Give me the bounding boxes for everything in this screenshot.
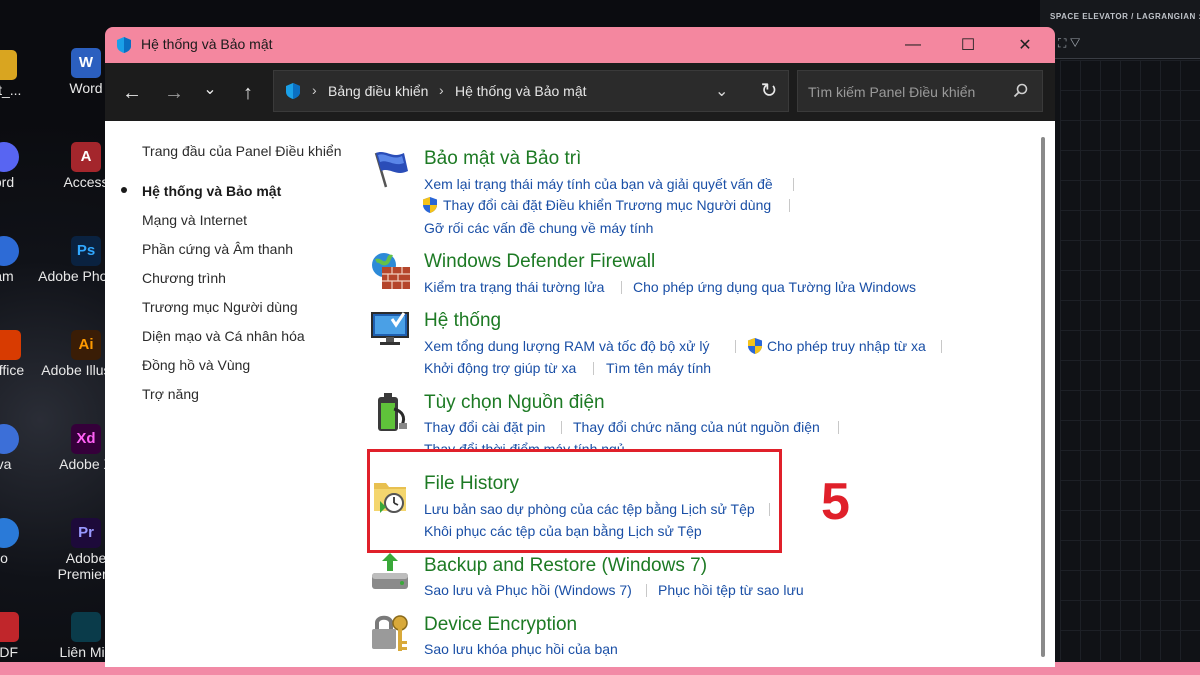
link-view-ram[interactable]: Xem tổng dung lượng RAM và tốc độ bộ xử …: [424, 338, 710, 354]
background-window-header: SPACE ELEVATOR / LAGRANGIAN : L ⛶ ▽: [1040, 0, 1200, 59]
app-icon: [0, 518, 19, 548]
breadcrumb-separator: ›: [439, 82, 444, 98]
battery-icon: [378, 393, 407, 431]
breadcrumb-item[interactable]: Bảng điều khiển: [328, 83, 428, 99]
vertical-scrollbar[interactable]: [1041, 137, 1045, 657]
search-box[interactable]: [797, 70, 1043, 112]
word-icon: W: [71, 48, 101, 78]
link-power-buttons[interactable]: Thay đổi chức năng của nút nguồn điện: [573, 419, 820, 435]
category-title-power[interactable]: Tùy chọn Nguồn điện: [424, 392, 605, 414]
link-review-status[interactable]: Xem lại trạng thái máy tính của bạn và g…: [424, 176, 773, 192]
key-lock-icon: [372, 615, 408, 651]
link-troubleshoot[interactable]: Gỡ rối các vấn đề chung về máy tính: [424, 220, 653, 236]
app-icon: [0, 424, 19, 454]
back-button[interactable]: ←: [119, 80, 145, 106]
link-divider: [941, 340, 942, 353]
control-panel-icon: [286, 83, 300, 99]
breadcrumb-item[interactable]: Hệ thống và Bảo mật: [455, 83, 587, 99]
illustrator-icon: Ai: [71, 330, 101, 360]
maximize-button[interactable]: ☐: [948, 32, 988, 58]
category-title-device-encryption[interactable]: Device Encryption: [424, 614, 577, 636]
backup-icon: [372, 553, 408, 589]
category-title-firewall[interactable]: Windows Defender Firewall: [424, 251, 655, 273]
recent-locations-button[interactable]: ⌄: [197, 77, 223, 103]
sidebar-item-hardware[interactable]: Phần cứng và Âm thanh: [142, 241, 293, 257]
breadcrumb-separator: ›: [312, 82, 317, 98]
link-divider: [561, 421, 562, 434]
office-icon: [0, 330, 21, 360]
background-window-icons: ⛶ ▽: [1058, 36, 1081, 50]
link-divider: [646, 584, 647, 597]
link-backup-restore[interactable]: Sao lưu và Phục hồi (Windows 7): [424, 582, 632, 598]
link-computer-name[interactable]: Tìm tên máy tính: [606, 360, 711, 376]
active-bullet: [121, 187, 127, 193]
address-bar[interactable]: › Bảng điều khiển › Hệ thống và Bảo mật …: [273, 70, 789, 112]
close-button[interactable]: ✕: [1005, 32, 1045, 58]
category-title-system[interactable]: Hệ thống: [424, 310, 501, 332]
up-button[interactable]: ↑: [235, 80, 261, 106]
link-change-uac[interactable]: Thay đổi cài đặt Điều khiển Trương mục N…: [443, 197, 771, 213]
sidebar-item-user-accounts[interactable]: Trương mục Người dùng: [142, 299, 298, 315]
title-bar[interactable]: Hệ thống và Bảo mật — ☐ ✕: [105, 27, 1055, 63]
background-window-caption: SPACE ELEVATOR / LAGRANGIAN : L: [1050, 12, 1200, 21]
sidebar-item-network[interactable]: Mạng và Internet: [142, 212, 247, 228]
category-title-security-maintenance[interactable]: Bảo mật và Bảo trì: [424, 148, 581, 170]
forward-button[interactable]: →: [161, 80, 187, 106]
link-allow-app-firewall[interactable]: Cho phép ứng dụng qua Tường lửa Windows: [633, 279, 916, 295]
window-title: Hệ thống và Bảo mật: [141, 36, 273, 52]
link-remote-assistance[interactable]: Khởi động trợ giúp từ xa: [424, 360, 576, 376]
search-icon[interactable]: [1012, 82, 1030, 100]
search-input[interactable]: [806, 80, 1010, 104]
link-divider: [789, 199, 790, 212]
link-divider: [593, 362, 594, 375]
link-restore-from-backup[interactable]: Phục hồi tệp từ sao lưu: [658, 582, 804, 598]
access-icon: A: [71, 142, 101, 172]
link-firewall-status[interactable]: Kiểm tra trạng thái tường lửa: [424, 279, 604, 295]
link-divider: [793, 178, 794, 191]
app-icon: [0, 50, 17, 80]
link-divider: [621, 281, 622, 294]
monitor-icon: [371, 312, 409, 345]
photoshop-icon: Ps: [71, 236, 101, 266]
link-allow-remote-access[interactable]: Cho phép truy nhập từ xa: [767, 338, 926, 354]
link-backup-recovery-key[interactable]: Sao lưu khóa phục hồi của bạn: [424, 641, 618, 657]
chevron-down-icon[interactable]: ⌄: [715, 81, 728, 101]
pdf-icon: [0, 612, 19, 642]
control-panel-window: Hệ thống và Bảo mật — ☐ ✕ ← → ⌄ ↑ › Bảng…: [105, 27, 1055, 667]
control-panel-icon: [117, 37, 131, 53]
sidebar-item-clock-region[interactable]: Đồng hồ và Vùng: [142, 357, 250, 373]
sidebar-item-appearance[interactable]: Diện mạo và Cá nhân hóa: [142, 328, 305, 344]
link-divider: [735, 340, 736, 353]
link-battery-settings[interactable]: Thay đổi cài đặt pin: [424, 419, 545, 435]
uac-shield-icon: [748, 338, 762, 354]
league-icon: [71, 612, 101, 642]
app-icon: [0, 236, 19, 266]
navigation-bar: ← → ⌄ ↑ › Bảng điều khiển › Hệ thống và …: [105, 63, 1055, 121]
content-pane: Trang đầu của Panel Điều khiển Hệ thống …: [105, 121, 1055, 667]
sidebar-item-accessibility[interactable]: Trợ năng: [142, 386, 199, 402]
discord-icon: [0, 142, 19, 172]
minimize-button[interactable]: —: [893, 32, 933, 58]
xd-icon: Xd: [71, 424, 101, 454]
flag-icon: [374, 152, 408, 188]
annotation-highlight-box: [367, 449, 782, 553]
refresh-button[interactable]: ↻: [756, 78, 782, 104]
category-title-backup-restore[interactable]: Backup and Restore (Windows 7): [424, 555, 707, 577]
uac-shield-icon: [423, 197, 437, 213]
wireframe-decoration: [1060, 60, 1200, 660]
premiere-icon: Pr: [71, 518, 101, 548]
sidebar-item-home[interactable]: Trang đầu của Panel Điều khiển: [142, 143, 342, 159]
annotation-step-number: 5: [821, 473, 850, 531]
link-divider: [838, 421, 839, 434]
firewall-icon: [372, 253, 410, 289]
sidebar-item-system-security: Hệ thống và Bảo mật: [142, 183, 282, 199]
sidebar-item-programs[interactable]: Chương trình: [142, 270, 226, 286]
